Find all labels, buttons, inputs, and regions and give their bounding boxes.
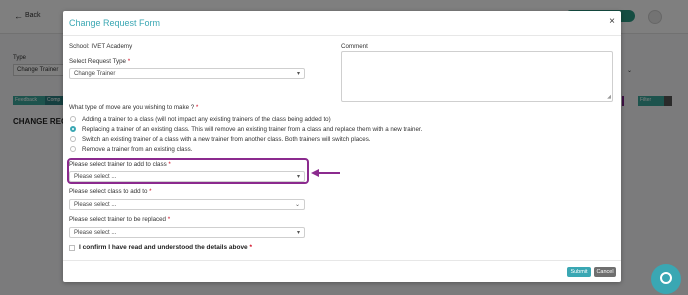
request-type-select[interactable]: Change Trainer ▾ <box>69 68 305 79</box>
comment-label: Comment <box>341 43 368 50</box>
submit-button[interactable]: Submit <box>567 267 591 277</box>
class-add-label: Please select class to add to * <box>69 188 152 195</box>
required-marker: * <box>167 216 171 223</box>
chevron-down-icon: ▾ <box>296 71 300 77</box>
annotation-highlight-box <box>67 158 309 184</box>
move-option-radio-add[interactable] <box>70 116 76 122</box>
comment-textarea[interactable]: ◢ <box>341 51 613 102</box>
annotation-arrow-line <box>318 172 340 174</box>
move-option-radio-switch[interactable] <box>70 136 76 142</box>
confirm-checkbox[interactable] <box>69 245 75 251</box>
close-icon[interactable]: × <box>609 17 615 27</box>
move-question-label: What type of move are you wishing to mak… <box>69 104 199 111</box>
required-marker: * <box>149 188 152 195</box>
chevron-down-icon: ⌄ <box>294 202 300 208</box>
trainer-replace-label: Please select trainer to be replaced * <box>69 216 171 223</box>
chat-help-icon <box>660 272 672 284</box>
change-request-modal: Change Request Form × School: IVET Acade… <box>63 11 621 282</box>
confirm-label: I confirm I have read and understood the… <box>79 244 253 251</box>
required-marker: * <box>195 104 199 111</box>
school-label: School: IVET Academy <box>69 43 133 50</box>
cancel-button[interactable]: Cancel <box>594 267 616 277</box>
move-option-radio-replace[interactable] <box>70 126 76 132</box>
help-chat-button[interactable] <box>651 264 681 294</box>
move-option-label-add: Adding a trainer to a class (will not im… <box>82 116 331 123</box>
chevron-down-icon: ▾ <box>296 230 300 236</box>
move-option-label-switch: Switch an existing trainer of a class wi… <box>82 136 371 143</box>
request-type-label: Select Request Type * <box>69 58 131 65</box>
resize-handle-icon[interactable]: ◢ <box>607 95 611 100</box>
modal-footer-divider <box>63 260 621 261</box>
trainer-replace-select[interactable]: Please select ... ▾ <box>69 227 305 238</box>
modal-title: Change Request Form <box>69 18 161 28</box>
required-marker: * <box>249 244 253 251</box>
modal-header: Change Request Form × <box>63 11 621 36</box>
move-option-label-remove: Remove a trainer from an existing class. <box>82 146 193 153</box>
move-option-label-replace: Replacing a trainer of an existing class… <box>82 126 423 133</box>
move-option-radio-remove[interactable] <box>70 146 76 152</box>
required-marker: * <box>127 58 131 65</box>
class-add-select[interactable]: Please select ... ⌄ <box>69 199 305 210</box>
